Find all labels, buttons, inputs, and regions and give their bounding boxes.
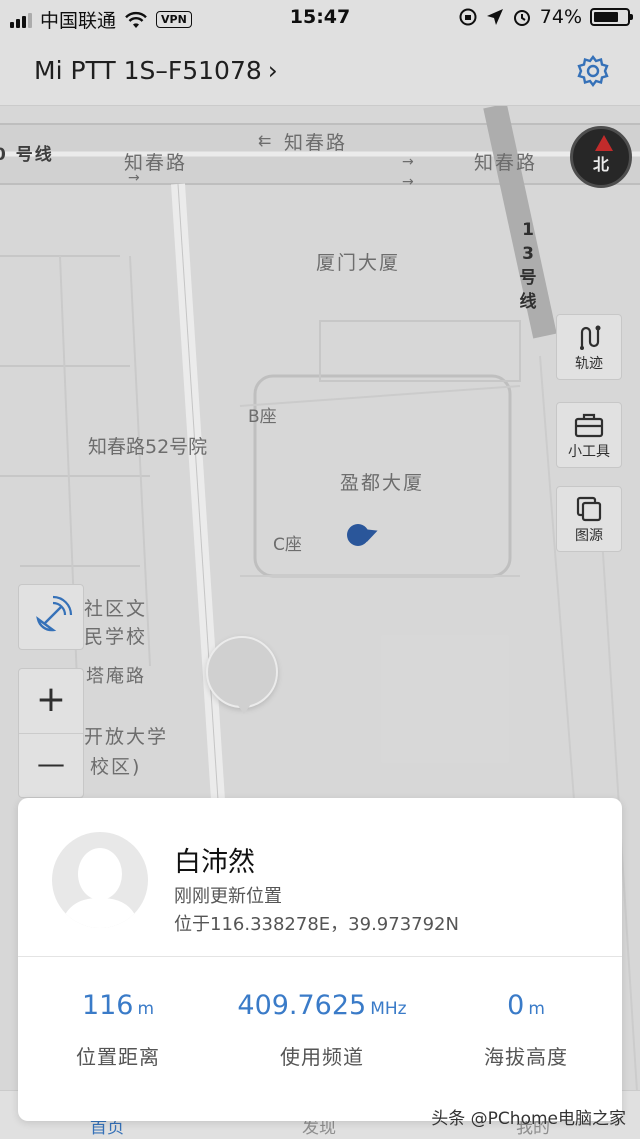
battery-percent: 74%	[539, 6, 582, 28]
stat-caption: 位置距离	[76, 1045, 160, 1069]
north-arrow-icon	[595, 135, 613, 151]
map-label-tayan: 塔庵路	[86, 666, 146, 687]
compass-label: 北	[592, 155, 609, 174]
stat-value: 409.7625	[237, 990, 367, 1021]
chevron-right-icon: ›	[267, 56, 278, 85]
map-label-community: 社区文	[84, 598, 148, 620]
track-button[interactable]: 轨迹	[556, 314, 622, 380]
map-label-xiamen: 厦门大厦	[316, 252, 401, 274]
status-bar: 中国联通 VPN 15:47 74%	[0, 0, 640, 36]
divider	[18, 956, 622, 957]
map-label-road: 知春路	[284, 132, 348, 154]
stat-value: 116	[81, 990, 134, 1021]
road-arrow-right-icon: →	[402, 154, 414, 170]
map-pin-marker[interactable]	[206, 636, 278, 714]
map-label-community: 民学校	[84, 626, 148, 648]
map-label-openuni: 开放大学	[84, 726, 169, 748]
map-label-b-block: B座	[248, 407, 277, 427]
map-label-openuni: 校区)	[90, 756, 142, 778]
toolbox-button[interactable]: 小工具	[556, 402, 622, 468]
layers-button[interactable]: 图源	[556, 486, 622, 552]
road-arrow-right-icon: →	[128, 170, 140, 186]
update-status: 刚刚更新位置	[174, 886, 282, 907]
location-arrow-icon	[486, 9, 503, 25]
layers-label: 图源	[575, 528, 603, 544]
stat-distance: 116 m 位置距离	[18, 990, 218, 1070]
map-label-line13-char: 3	[522, 244, 534, 264]
satellite-icon	[36, 595, 73, 632]
track-label: 轨迹	[575, 356, 603, 372]
stat-unit: m	[528, 999, 545, 1019]
device-title: Mi PTT 1S–F51078	[34, 56, 262, 85]
stat-unit: MHz	[370, 999, 407, 1019]
map-label-line13-char: 线	[519, 292, 537, 312]
member-name: 白沛然	[174, 847, 255, 878]
compass-button[interactable]: 北	[570, 126, 632, 188]
stat-altitude: 0m 海拔高度	[426, 990, 626, 1070]
map-label-line13: 1 3 号 线	[516, 218, 540, 314]
person-placeholder-icon	[60, 848, 140, 928]
map-label-c-block: C座	[273, 535, 302, 555]
avatar	[52, 832, 148, 928]
map-label-line13-char: 1	[522, 220, 534, 240]
satellite-locate-button[interactable]	[18, 584, 84, 650]
gear-icon[interactable]	[576, 54, 610, 88]
stat-frequency: 409.7625 MHz 使用频道	[222, 990, 422, 1070]
map-label-yingdu: 盈都大厦	[340, 472, 425, 494]
watermark: 头条 @PChome电脑之家	[431, 1109, 626, 1129]
zoom-control: + —	[18, 668, 84, 798]
stat-unit: m	[137, 999, 155, 1019]
rotation-lock-icon	[459, 8, 477, 26]
header-bar: Mi PTT 1S–F51078 ›	[0, 36, 640, 106]
stat-caption: 海拔高度	[484, 1045, 568, 1069]
zoom-in-button[interactable]: +	[19, 669, 83, 734]
battery-icon	[590, 8, 633, 26]
map-label-zhichun52: 知春路52号院	[88, 436, 208, 458]
device-title-button[interactable]: Mi PTT 1S–F51078 ›	[34, 56, 278, 85]
layers-icon	[576, 496, 602, 522]
map-label-line10: 0 号线	[0, 145, 54, 165]
road-arrow-left-icon: ⇇	[258, 131, 272, 150]
status-right: 74%	[458, 6, 633, 28]
track-icon	[580, 325, 601, 350]
alarm-icon	[513, 10, 530, 26]
toolbox-icon	[574, 413, 604, 438]
stat-caption: 使用频道	[280, 1045, 364, 1069]
stat-value: 0	[507, 990, 525, 1021]
map-label-line13-char: 号	[519, 268, 537, 288]
zoom-out-button[interactable]: —	[19, 734, 83, 798]
toolbox-label: 小工具	[568, 444, 610, 460]
road-arrow-right-icon: →	[402, 174, 414, 190]
map-label-road: 知春路	[474, 152, 538, 174]
member-info-card: 白沛然 刚刚更新位置 位于116.338278E，39.973792N 116 m…	[18, 798, 622, 1121]
coordinates-text: 位于116.338278E，39.973792N	[174, 914, 459, 935]
